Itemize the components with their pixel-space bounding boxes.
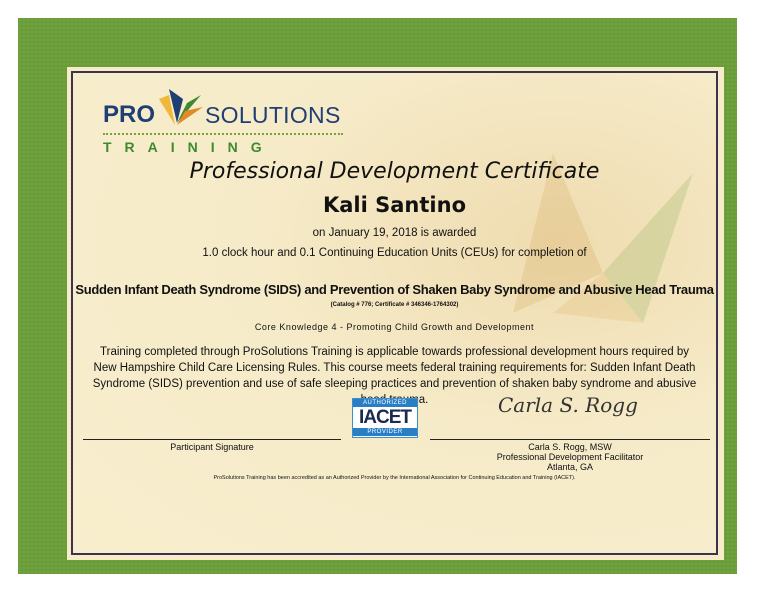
participant-signature-line	[83, 439, 341, 440]
logo-training-text: TRAINING	[103, 139, 275, 155]
certificate-paper: PRO SOLUTIONS TRAINING Professional Deve…	[67, 67, 724, 560]
core-knowledge: Core Knowledge 4 - Promoting Child Growt…	[254, 322, 535, 332]
logo-pro-text: PRO	[103, 101, 156, 128]
facilitator-title: Professional Development Facilitator	[496, 452, 644, 462]
certificate-body: PRO SOLUTIONS TRAINING Professional Deve…	[71, 71, 718, 555]
logo-leaf-icon	[159, 89, 203, 125]
credit-hours: 1.0 clock hour and 0.1 Continuing Educat…	[202, 247, 587, 259]
facilitator-location: Atlanta, GA	[546, 462, 594, 472]
logo-solutions-text: SOLUTIONS	[205, 102, 341, 128]
catalog-number: (Catalog # 776; Certificate # 346346-176…	[330, 302, 459, 308]
badge-bottom: PROVIDER	[353, 428, 417, 436]
course-title: Sudden Infant Death Syndrome (SIDS) and …	[75, 282, 714, 297]
recipient-name: Kali Santino	[322, 193, 466, 217]
certificate-border: PRO SOLUTIONS TRAINING Professional Deve…	[18, 18, 737, 574]
facilitator-signature-line	[430, 439, 710, 440]
badge-top: AUTHORIZED	[353, 399, 417, 407]
iacet-badge: AUTHORIZED IACET PROVIDER	[352, 398, 418, 438]
facilitator-name: Carla S. Rogg, MSW	[528, 442, 612, 452]
facilitator-signature: Carla S. Rogg	[498, 393, 638, 417]
badge-main: IACET	[359, 407, 412, 428]
participant-signature-label: Participant Signature	[170, 442, 254, 452]
award-date: on January 19, 2018 is awarded	[312, 227, 477, 239]
logo-divider	[103, 133, 343, 135]
accreditation-footer: ProSolutions Training has been accredite…	[213, 475, 576, 481]
prosolutions-logo: PRO SOLUTIONS TRAINING	[103, 85, 343, 155]
certificate-title: Professional Development Certificate	[189, 159, 600, 184]
